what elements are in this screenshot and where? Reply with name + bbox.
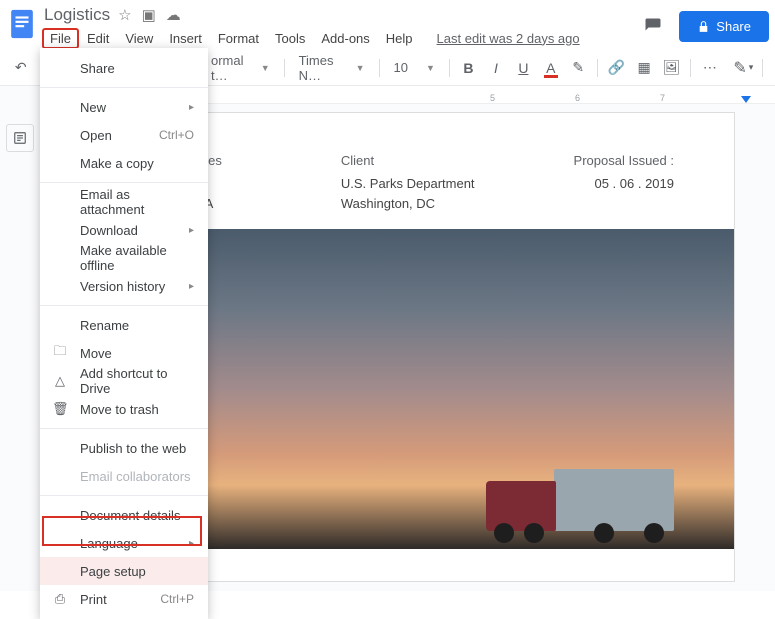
- drive-icon: △: [52, 373, 68, 389]
- menu-format[interactable]: Format: [210, 28, 267, 49]
- file-menu-dropdown: Share New▸ OpenCtrl+O Make a copy Email …: [40, 48, 208, 619]
- paragraph-style-select[interactable]: ormal t…▼: [205, 56, 276, 80]
- bold-button[interactable]: B: [458, 56, 479, 80]
- proposal-date: 05 . 06 . 2019: [507, 174, 674, 194]
- last-edit-link[interactable]: Last edit was 2 days ago: [437, 31, 580, 46]
- insert-comment-button[interactable]: ▦: [633, 56, 654, 80]
- share-label: Share: [716, 19, 751, 34]
- more-toolbar-button[interactable]: ⋯: [699, 56, 720, 80]
- menu-item-open[interactable]: OpenCtrl+O: [40, 121, 208, 149]
- text-color-button[interactable]: A: [540, 56, 561, 80]
- menu-item-publish[interactable]: Publish to the web: [40, 434, 208, 462]
- menu-insert[interactable]: Insert: [161, 28, 210, 49]
- font-size-select[interactable]: 10▼: [387, 56, 440, 80]
- highlight-button[interactable]: ✎: [568, 56, 589, 80]
- menu-help[interactable]: Help: [378, 28, 421, 49]
- menu-file[interactable]: File: [42, 28, 79, 49]
- menu-item-make-copy[interactable]: Make a copy: [40, 149, 208, 177]
- editing-mode-button[interactable]: ✎▾: [733, 56, 754, 80]
- folder-icon: 🗀: [52, 342, 68, 364]
- menu-item-version-history[interactable]: Version history▸: [40, 272, 208, 300]
- trash-icon: 🗑: [52, 401, 68, 417]
- menu-item-print[interactable]: ⎙PrintCtrl+P: [40, 585, 208, 613]
- cloud-status-icon: ☁: [166, 8, 181, 23]
- menu-edit[interactable]: Edit: [79, 28, 117, 49]
- menu-item-new[interactable]: New▸: [40, 93, 208, 121]
- docs-logo[interactable]: [6, 4, 38, 44]
- client-line-2: Washington, DC: [341, 194, 508, 214]
- underline-button[interactable]: U: [513, 56, 534, 80]
- italic-button[interactable]: I: [485, 56, 506, 80]
- outline-toggle-button[interactable]: [6, 124, 34, 152]
- menu-item-document-details[interactable]: Document details: [40, 501, 208, 529]
- menu-item-add-shortcut[interactable]: △Add shortcut to Drive: [40, 367, 208, 395]
- star-icon[interactable]: ☆: [118, 8, 131, 23]
- menu-item-share[interactable]: Share: [40, 54, 208, 82]
- menu-view[interactable]: View: [117, 28, 161, 49]
- comments-button[interactable]: [637, 10, 669, 42]
- move-folder-icon[interactable]: ▣: [142, 8, 156, 23]
- menu-tools[interactable]: Tools: [267, 28, 313, 49]
- menu-addons[interactable]: Add-ons: [313, 28, 377, 49]
- client-line-1: U.S. Parks Department: [341, 174, 508, 194]
- font-family-select[interactable]: Times N…▼: [293, 56, 371, 80]
- menu-item-email-collaborators: Email collaborators: [40, 462, 208, 490]
- insert-image-button[interactable]: 🖼: [661, 56, 682, 80]
- col-header-date: Proposal Issued :: [574, 153, 674, 168]
- menu-bar: File Edit View Insert Format Tools Add-o…: [38, 26, 637, 50]
- share-button[interactable]: Share: [679, 11, 769, 42]
- col-header-client: Client: [341, 153, 374, 168]
- menu-item-move[interactable]: 🗀Move: [40, 339, 208, 367]
- menu-item-offline[interactable]: Make available offline: [40, 244, 208, 272]
- ruler-indent-marker[interactable]: [741, 96, 751, 103]
- print-icon: ⎙: [52, 591, 68, 607]
- menu-item-email-attachment[interactable]: Email as attachment: [40, 188, 208, 216]
- app-header: Logistics ☆ ▣ ☁ File Edit View Insert Fo…: [0, 0, 775, 50]
- document-title[interactable]: Logistics: [44, 5, 110, 25]
- insert-link-button[interactable]: 🔗: [606, 56, 627, 80]
- undo-button[interactable]: ↶: [10, 56, 31, 80]
- menu-item-trash[interactable]: 🗑Move to trash: [40, 395, 208, 423]
- menu-item-rename[interactable]: Rename: [40, 311, 208, 339]
- menu-item-language[interactable]: Language▸: [40, 529, 208, 557]
- menu-item-page-setup[interactable]: Page setup: [40, 557, 208, 585]
- menu-item-download[interactable]: Download▸: [40, 216, 208, 244]
